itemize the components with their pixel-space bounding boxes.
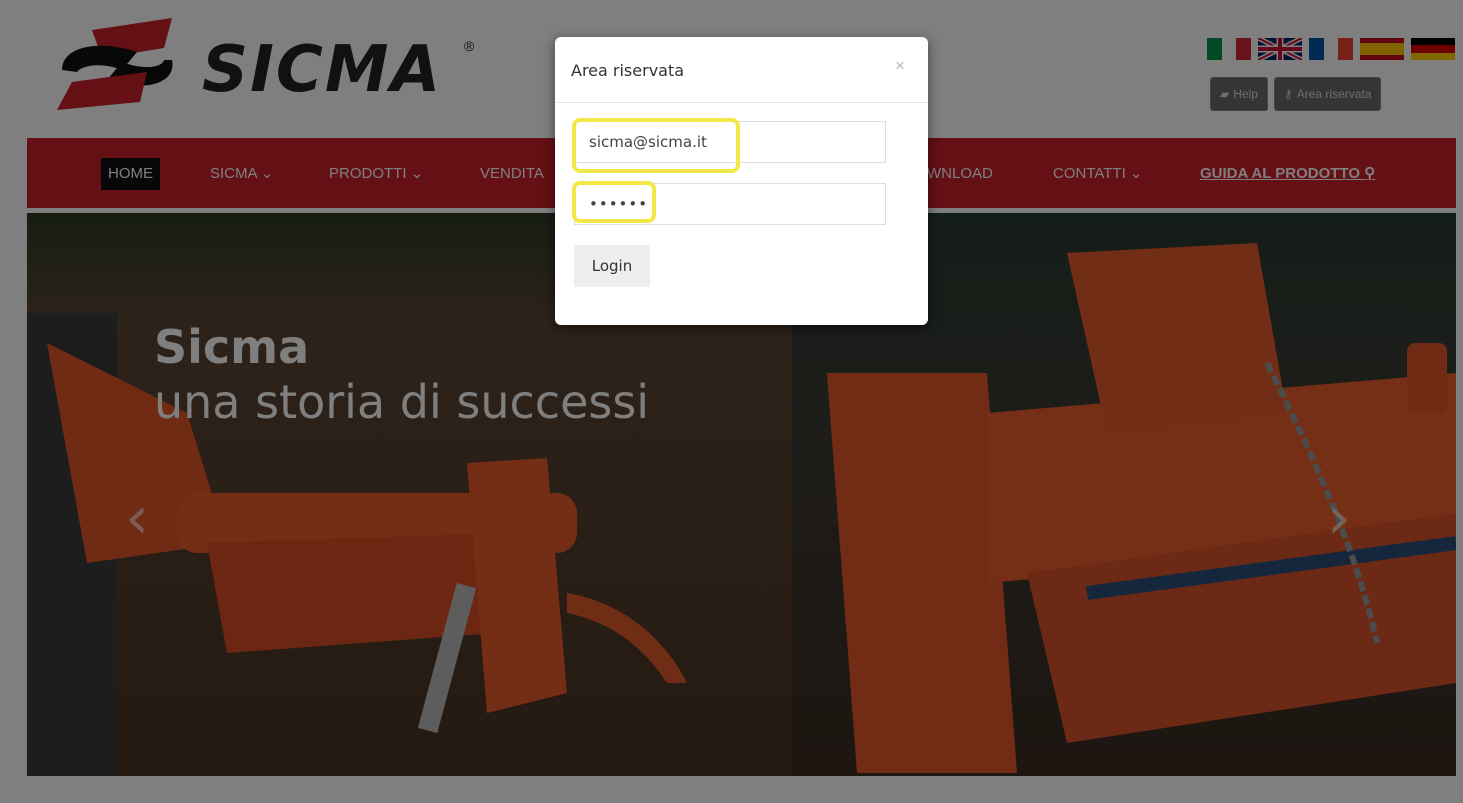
close-icon[interactable]: × [895,56,905,76]
email-highlight [572,118,740,173]
modal-title: Area riservata [571,61,685,80]
modal-divider [555,102,928,103]
login-button[interactable]: Login [574,245,650,287]
login-modal: Area riservata × sicma@sicma.it •••••• L… [555,37,928,325]
password-highlight [572,181,656,223]
page: SICMA ® ▰ Help [0,0,1463,803]
